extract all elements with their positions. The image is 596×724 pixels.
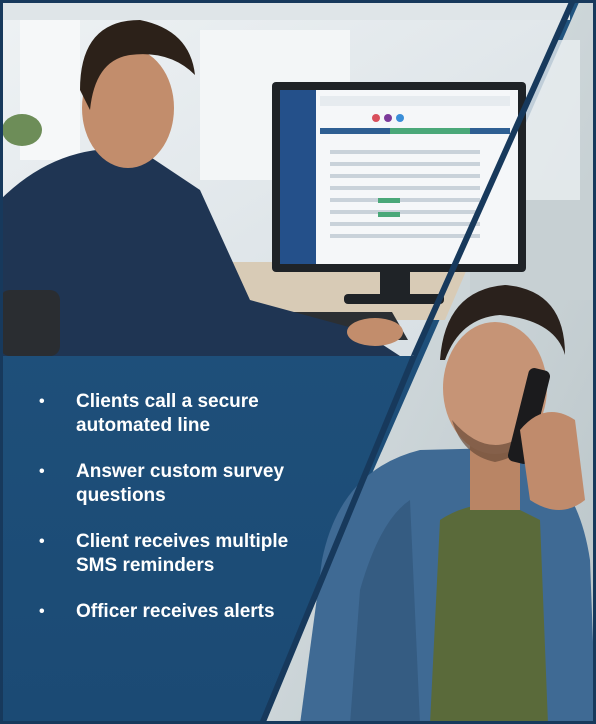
feature-text-line1: Clients call a secure — [76, 391, 259, 412]
feature-item-survey: • Answer custom survey questions — [36, 460, 336, 508]
feature-list: • Clients call a secure automated line •… — [36, 390, 336, 646]
feature-item-alerts: • Officer receives alerts — [36, 600, 336, 624]
feature-text-line1: Answer custom survey — [76, 461, 285, 482]
feature-text-line1: Officer receives alerts — [76, 601, 275, 622]
bullet-symbol: • — [39, 603, 45, 620]
feature-item-call: • Clients call a secure automated line — [36, 390, 336, 438]
feature-text-line2: automated line — [76, 415, 211, 436]
feature-text-line2: SMS reminders — [76, 555, 215, 576]
feature-item-sms: • Client receives multiple SMS reminders — [36, 530, 336, 578]
bullet-symbol: • — [39, 533, 45, 550]
feature-text-line1: Client receives multiple — [76, 531, 289, 552]
feature-text-line2: questions — [76, 485, 166, 506]
bullet-symbol: • — [39, 393, 45, 410]
promo-graphic: • Clients call a secure automated line •… — [0, 0, 596, 724]
bullet-symbol: • — [39, 463, 45, 480]
